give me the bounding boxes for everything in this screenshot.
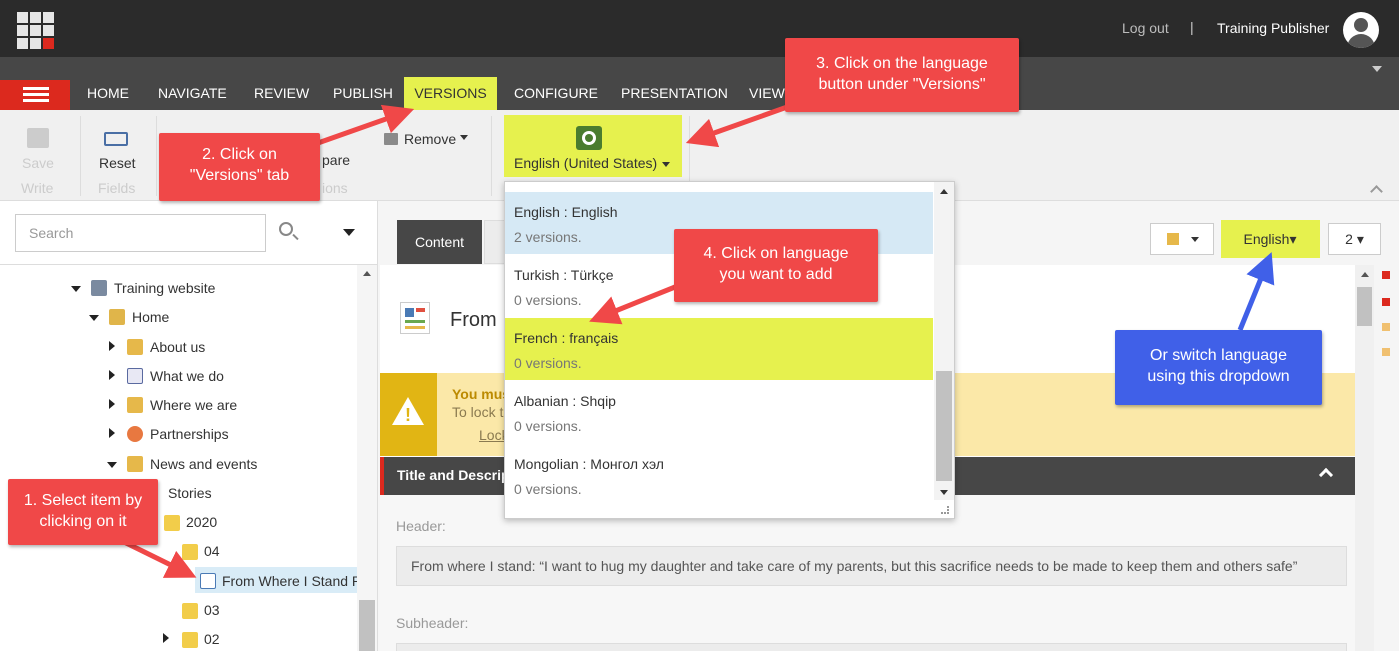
callout-step2: 2. Click on "Versions" tab [159,133,320,201]
callout-step4: 4. Click on language you want to add [674,229,878,302]
callout-step3: 3. Click on the language button under "V… [785,38,1019,112]
annotation-arrows [118,103,1275,578]
arrow-alt [1237,252,1275,331]
callout-alt: Or switch language using this dropdown [1115,330,1322,405]
callout-step1: 1. Select item by clicking on it [8,479,158,545]
arrow-step4 [589,282,681,325]
arrow-step3 [685,103,791,148]
arrow-step2 [317,104,415,146]
